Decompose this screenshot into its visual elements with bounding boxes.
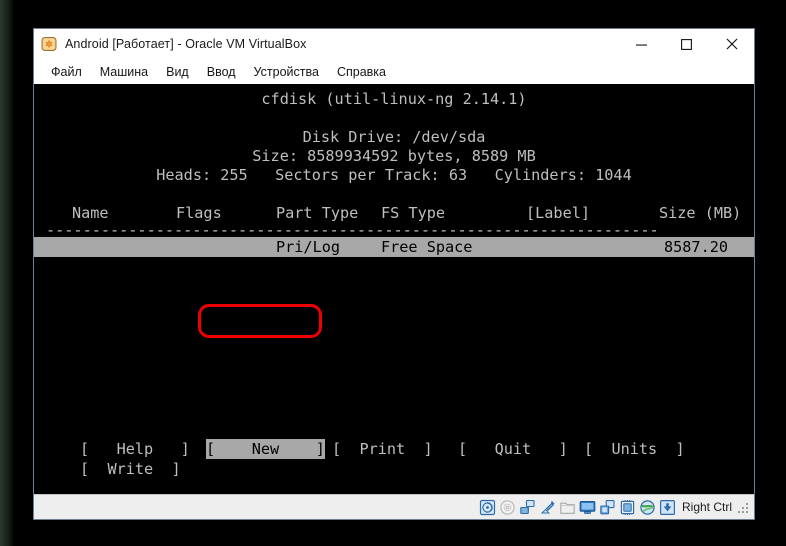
button-write[interactable]: [ Write ] — [80, 459, 181, 479]
button-help[interactable]: [ Help ] — [80, 439, 190, 459]
cfdisk-button-bar: [ Help ] [ New ] [ Print ] [ Quit ] [ Un… — [34, 439, 754, 479]
resize-grip-icon[interactable] — [738, 501, 750, 513]
table-row[interactable]: Pri/Log Free Space 8587.20 — [34, 237, 754, 257]
minimize-icon — [636, 44, 647, 46]
minimize-button[interactable] — [619, 29, 664, 59]
menu-item-view[interactable]: Вид — [157, 62, 198, 82]
usb-icon[interactable] — [539, 499, 556, 516]
maximize-button[interactable] — [664, 29, 709, 59]
disk-geometry-line: Heads: 255 Sectors per Track: 63 Cylinde… — [156, 166, 632, 184]
menu-item-input[interactable]: Ввод — [198, 62, 245, 82]
android-vm-icon — [41, 36, 57, 52]
menu-item-devices[interactable]: Устройства — [245, 62, 328, 82]
shared-folder-icon[interactable] — [559, 499, 576, 516]
button-row-primary: [ Help ] [ New ] [ Print ] [ Quit ] [ Un… — [34, 439, 754, 459]
host-key-label: Right Ctrl — [681, 500, 732, 514]
table-divider: ----------------------------------------… — [46, 223, 659, 237]
button-write-label: Write — [107, 460, 154, 478]
button-units-label: Units — [611, 440, 658, 458]
button-new[interactable]: [ New ] — [206, 439, 325, 459]
menu-item-file[interactable]: Файл — [42, 62, 91, 82]
button-help-label: Help — [116, 440, 154, 458]
vm-status-bar: Right Ctrl — [34, 494, 754, 519]
button-quit-label: Quit — [494, 440, 532, 458]
disk-size-line: Size: 8589934592 bytes, 8589 MB — [252, 147, 536, 165]
column-header-fs-type: FS Type — [381, 204, 446, 222]
virtualbox-window: Android [Работает] - Oracle VM VirtualBo… — [33, 28, 755, 520]
column-header-flags: Flags — [176, 204, 222, 222]
row-part-type: Pri/Log — [276, 238, 341, 256]
column-header-label: [Label] — [526, 204, 591, 222]
button-row-secondary: [ Write ] — [34, 459, 754, 479]
disk-drive-line: Disk Drive: /dev/sda — [302, 128, 486, 146]
menu-bar: Файл Машина Вид Ввод Устройства Справка — [34, 59, 754, 84]
button-new-label: New — [251, 440, 280, 458]
button-print[interactable]: [ Print ] — [332, 439, 433, 459]
maximize-icon — [681, 38, 692, 50]
cpu-icon[interactable] — [619, 499, 636, 516]
mouse-capture-icon[interactable] — [659, 499, 676, 516]
column-header-part-type: Part Type — [276, 204, 359, 222]
partition-table-header: Name Flags Part Type FS Type [Label] Siz… — [34, 204, 754, 223]
vm-status-icons — [479, 499, 676, 516]
hard-disk-icon[interactable] — [479, 499, 496, 516]
row-fs-type: Free Space — [381, 238, 473, 256]
video-capture-icon[interactable] — [599, 499, 616, 516]
menu-item-help[interactable]: Справка — [328, 62, 395, 82]
button-quit[interactable]: [ Quit ] — [458, 439, 568, 459]
guest-screen-terminal[interactable]: cfdisk (util-linux-ng 2.14.1) Disk Drive… — [34, 84, 754, 494]
window-controls — [619, 29, 754, 59]
display-icon[interactable] — [579, 499, 596, 516]
row-size: 8587.20 — [664, 238, 729, 256]
button-print-label: Print — [359, 440, 406, 458]
window-title: Android [Работает] - Oracle VM VirtualBo… — [65, 37, 307, 51]
column-header-size: Size (MB) — [659, 204, 742, 222]
close-button[interactable] — [709, 29, 754, 59]
title-bar[interactable]: Android [Работает] - Oracle VM VirtualBo… — [34, 29, 754, 59]
empty-partition-area — [34, 257, 754, 435]
button-units[interactable]: [ Units ] — [584, 439, 685, 459]
program-title: cfdisk (util-linux-ng 2.14.1) — [261, 90, 527, 108]
close-icon — [726, 38, 737, 50]
cfdisk-header: cfdisk (util-linux-ng 2.14.1) Disk Drive… — [34, 90, 754, 185]
optical-disk-icon[interactable] — [499, 499, 516, 516]
desktop-edge-tint — [0, 0, 13, 546]
menu-item-machine[interactable]: Машина — [91, 62, 157, 82]
remote-desktop-icon[interactable] — [639, 499, 656, 516]
network-icon[interactable] — [519, 499, 536, 516]
column-header-name: Name — [72, 204, 109, 222]
